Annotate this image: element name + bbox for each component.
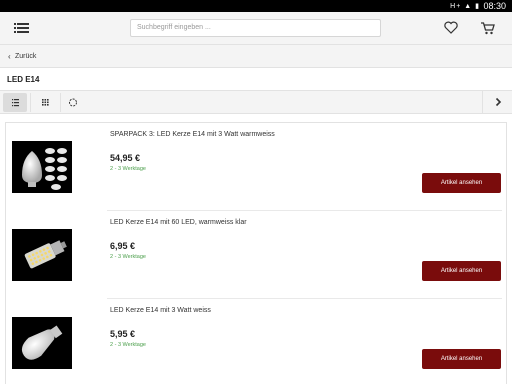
- menu-icon[interactable]: [14, 22, 30, 35]
- status-bar: H+ ▲ ▮ 08:30: [0, 0, 512, 12]
- product-item[interactable]: LED Kerze E14 mit 3 Watt weiss 5,95 € 2 …: [6, 299, 506, 384]
- list-view-icon: [12, 99, 19, 107]
- product-name[interactable]: LED Kerze E14 mit 60 LED, warmweiss klar: [110, 219, 247, 226]
- product-image[interactable]: [12, 229, 72, 281]
- menu-dot: [14, 23, 16, 25]
- candle-bulb-image: [21, 325, 63, 360]
- led-corn-bulb-image: [24, 240, 67, 269]
- toolbar-divider: [60, 93, 61, 112]
- product-price: 54,95 €: [110, 153, 141, 163]
- loading-spinner-icon: [69, 98, 77, 107]
- product-price: 5,95 €: [110, 329, 136, 339]
- menu-dot: [14, 27, 16, 29]
- menu-line: [17, 27, 29, 29]
- toolbar-divider: [30, 93, 31, 112]
- product-name[interactable]: SPARPACK 3: LED Kerze E14 mit 3 Watt war…: [110, 131, 275, 138]
- menu-line: [17, 23, 29, 25]
- product-price: 6,95 €: [110, 241, 136, 251]
- grid-view-button[interactable]: [33, 93, 57, 112]
- product-name[interactable]: LED Kerze E14 mit 3 Watt weiss: [110, 307, 211, 314]
- next-page-button[interactable]: [482, 91, 512, 113]
- back-link[interactable]: Zurück: [15, 53, 36, 60]
- app-header: Suchbegriff eingeben ...: [0, 12, 512, 45]
- view-article-button[interactable]: Artikel ansehen: [422, 173, 501, 193]
- status-time: 08:30: [483, 1, 506, 11]
- product-image[interactable]: [12, 141, 72, 193]
- status-icons: H+ ▲ ▮: [450, 3, 480, 10]
- product-item[interactable]: LED Kerze E14 mit 60 LED, warmweiss klar…: [6, 211, 506, 299]
- view-article-button[interactable]: Artikel ansehen: [422, 261, 501, 281]
- grid-view-icon: [42, 99, 49, 106]
- title-row: LED E14: [0, 68, 512, 90]
- heart-icon[interactable]: [444, 21, 458, 34]
- menu-dot: [14, 31, 16, 33]
- view-toolbar: [0, 90, 512, 114]
- delivery-time: 2 - 3 Werktage: [110, 342, 146, 348]
- product-item[interactable]: SPARPACK 3: LED Kerze E14 mit 3 Watt war…: [6, 123, 506, 211]
- back-bar[interactable]: ‹ Zurück: [0, 45, 512, 68]
- delivery-time: 2 - 3 Werktage: [110, 166, 146, 172]
- chevron-right-icon: [495, 97, 502, 107]
- candle-bulb-pack-image: [22, 148, 67, 190]
- page-title: LED E14: [7, 75, 40, 84]
- product-image[interactable]: [12, 317, 72, 369]
- chevron-left-icon: ‹: [8, 52, 11, 61]
- delivery-time: 2 - 3 Werktage: [110, 254, 146, 260]
- menu-line: [17, 31, 29, 33]
- product-list: SPARPACK 3: LED Kerze E14 mit 3 Watt war…: [5, 122, 507, 384]
- list-view-button[interactable]: [3, 93, 27, 112]
- filter-button[interactable]: [62, 93, 86, 112]
- search-input[interactable]: Suchbegriff eingeben ...: [130, 19, 381, 37]
- signal-label: H+: [450, 3, 462, 10]
- view-article-button[interactable]: Artikel ansehen: [422, 349, 501, 369]
- cart-icon[interactable]: [480, 21, 495, 35]
